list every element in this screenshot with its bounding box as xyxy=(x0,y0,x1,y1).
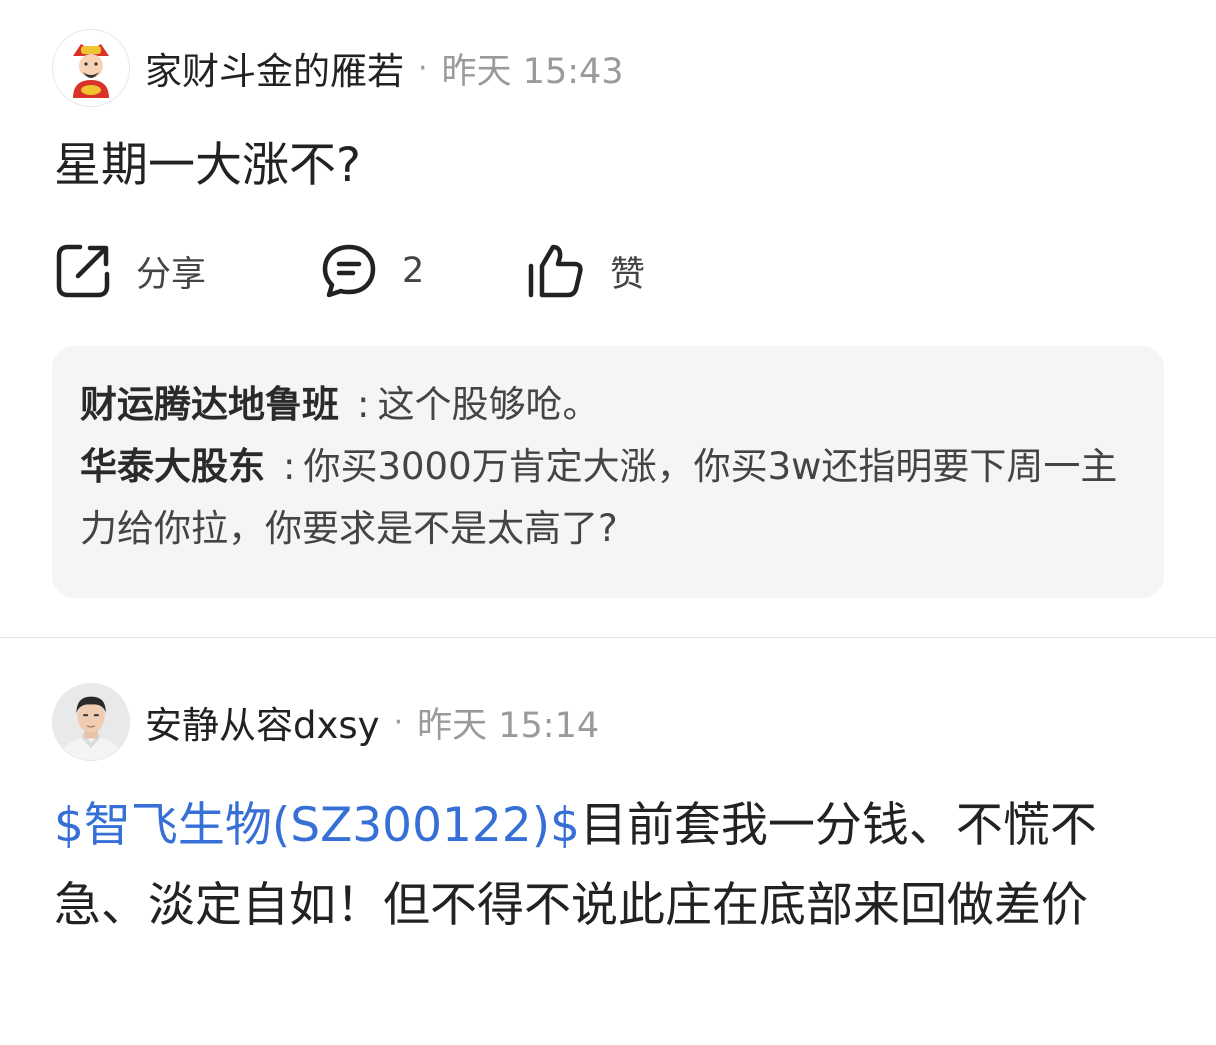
reply-item[interactable]: 华泰大股东: 你买3000万肯定大涨，你买3w还指明要下周一主力给你拉，你要求是不… xyxy=(80,436,1136,560)
stock-link[interactable]: $智飞生物(SZ300122)$ xyxy=(54,798,580,853)
reply-preview-box[interactable]: 财运腾达地鲁班: 这个股够呛。 华泰大股东: 你买3000万肯定大涨，你买3w还指明… xyxy=(52,346,1164,598)
reply-item[interactable]: 财运腾达地鲁班: 这个股够呛。 xyxy=(80,374,1136,436)
avatar[interactable] xyxy=(52,683,130,761)
post-card: 家财斗金的雁若 · 昨天 15:43 星期一大涨不? 分享 2 赞 财运腾达地鲁… xyxy=(0,0,1216,638)
comment-count: 2 xyxy=(402,251,425,291)
post-header: 家财斗金的雁若 · 昨天 15:43 xyxy=(52,29,624,107)
user-photo-icon xyxy=(53,684,129,760)
like-button[interactable]: 赞 xyxy=(526,236,645,306)
author-name[interactable]: 家财斗金的雁若 xyxy=(145,41,404,95)
reply-user[interactable]: 财运腾达地鲁班 xyxy=(80,383,339,426)
avatar[interactable] xyxy=(52,29,130,107)
god-of-wealth-icon xyxy=(73,44,109,98)
author-name[interactable]: 安静从容dxsy xyxy=(145,695,380,749)
post-header: 安静从容dxsy · 昨天 15:14 xyxy=(52,683,599,761)
post-time: 昨天 15:43 xyxy=(441,51,624,92)
separator-dot: · xyxy=(393,704,404,740)
reply-separator: : xyxy=(357,383,370,426)
post-content[interactable]: $智飞生物(SZ300122)$目前套我一分钱、不慌不急、淡定自如！但不得不说此… xyxy=(54,786,1164,946)
like-label: 赞 xyxy=(610,254,646,295)
reply-text: 这个股够呛。 xyxy=(377,383,600,426)
comment-button[interactable]: 2 xyxy=(320,236,424,306)
reply-user[interactable]: 华泰大股东 xyxy=(80,445,265,488)
share-button[interactable]: 分享 xyxy=(54,236,206,306)
share-icon xyxy=(56,244,110,298)
comment-icon xyxy=(322,244,376,298)
thumbs-up-icon xyxy=(528,244,583,298)
post-time: 昨天 15:14 xyxy=(417,705,600,746)
post-content[interactable]: 星期一大涨不? xyxy=(54,126,1154,206)
share-label: 分享 xyxy=(136,254,207,295)
post-actions: 分享 2 赞 xyxy=(54,236,754,306)
post-card: 安静从容dxsy · 昨天 15:14 $智飞生物(SZ300122)$目前套我… xyxy=(0,638,1216,1045)
separator-dot: · xyxy=(418,50,428,86)
reply-separator: : xyxy=(283,445,296,488)
